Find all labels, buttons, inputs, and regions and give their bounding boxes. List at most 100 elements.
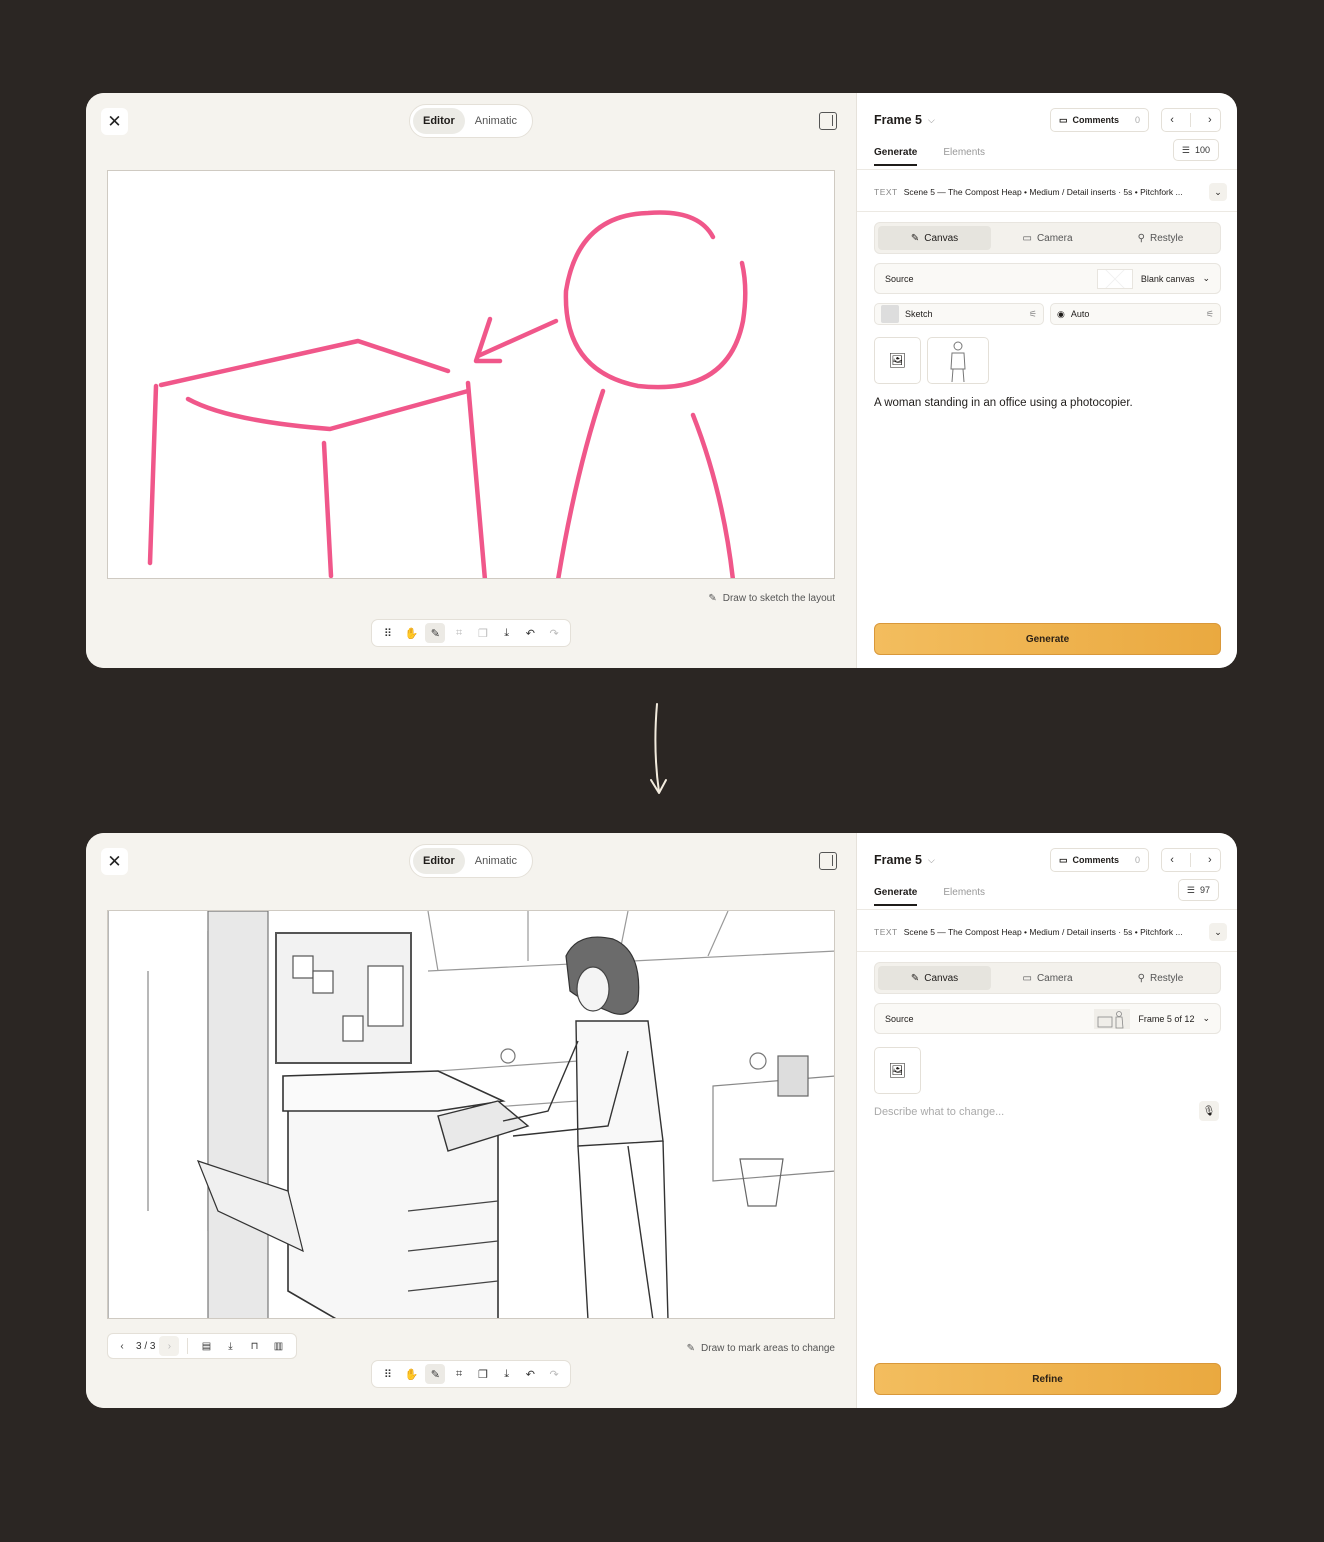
prev-image-button[interactable]: ‹ <box>112 1336 132 1356</box>
frame-thumbnail-sketch <box>1098 1010 1124 1028</box>
segment-camera[interactable]: ▭ Camera <box>991 966 1104 990</box>
tab-generate[interactable]: Generate <box>874 887 918 906</box>
segment-camera[interactable]: ▭ Camera <box>991 226 1104 250</box>
sliders-icon[interactable]: ⚟ <box>1029 309 1037 320</box>
note <box>292 955 314 979</box>
add-image-button[interactable]: 🖼 <box>874 1047 921 1094</box>
redo-icon[interactable]: ↷ <box>544 623 564 643</box>
tab-generate[interactable]: Generate <box>874 147 918 166</box>
source-label: Source <box>885 1013 914 1024</box>
hand-icon[interactable]: ✋ <box>402 623 422 643</box>
divider <box>857 169 1237 170</box>
segment-canvas[interactable]: ✎ Canvas <box>878 966 991 990</box>
generate-button[interactable]: Generate <box>874 623 1221 655</box>
generated-image[interactable] <box>107 910 835 1319</box>
scene-text: Scene 5 — The Compost Heap • Medium / De… <box>903 927 1183 937</box>
close-button[interactable]: ✕ <box>101 848 128 875</box>
add-image-icon: 🖼 <box>888 1062 907 1078</box>
unlock-icon[interactable]: ⊓ <box>244 1336 264 1356</box>
drag-handle-icon[interactable]: ⠿ <box>378 623 398 643</box>
panel-tabs: Generate Elements <box>874 887 985 906</box>
crop-icon[interactable]: ⌗ <box>449 1364 469 1384</box>
tab-elements[interactable]: Elements <box>943 887 985 906</box>
mode-toggle: Editor Animatic <box>409 104 533 138</box>
frame-nav: ‹ › <box>1161 848 1221 872</box>
frame-title[interactable]: Frame 5 ⌵ <box>874 853 935 867</box>
pencil-icon[interactable]: ✎ <box>425 623 446 643</box>
drag-handle-icon[interactable]: ⠿ <box>378 1364 398 1384</box>
frame-title[interactable]: Frame 5 ⌵ <box>874 113 935 127</box>
segment-canvas[interactable]: ✎ Canvas <box>878 226 991 250</box>
comments-icon: ▭ <box>1059 114 1068 125</box>
editor-canvas-area: ✕ Editor Animatic <box>86 833 856 1408</box>
editor-canvas-area: ✕ Editor Animatic <box>86 93 856 668</box>
pencil-icon: ✎ <box>708 593 717 604</box>
next-frame-button[interactable]: › <box>1208 854 1212 866</box>
video-camera-icon: ▭ <box>1022 972 1032 984</box>
layers-icon[interactable]: ❐ <box>473 623 493 643</box>
pager-count: 3 / 3 <box>136 1340 156 1352</box>
trash-icon[interactable]: ▥ <box>268 1336 288 1356</box>
redo-icon[interactable]: ↷ <box>544 1364 564 1384</box>
source-select[interactable]: Source Frame 5 of 12 ⌄ <box>874 1003 1221 1034</box>
prev-frame-button[interactable]: ‹ <box>1170 854 1174 866</box>
tab-editor[interactable]: Editor <box>413 108 465 134</box>
prev-frame-button[interactable]: ‹ <box>1170 114 1174 126</box>
comments-button[interactable]: ▭ Comments 0 <box>1050 848 1149 872</box>
video-camera-icon: ▭ <box>1022 232 1032 244</box>
style-select[interactable]: Sketch ⚟ <box>874 303 1044 325</box>
tab-elements[interactable]: Elements <box>943 147 985 166</box>
chevron-down-icon[interactable]: ⌄ <box>1209 183 1227 201</box>
panel-toggle-icon[interactable] <box>819 112 837 130</box>
segment-restyle[interactable]: ⚲ Restyle <box>1104 226 1217 250</box>
pencil-icon[interactable]: ✎ <box>425 1364 446 1384</box>
archive-icon[interactable]: ▤ <box>196 1336 216 1356</box>
comments-button[interactable]: ▭ Comments 0 <box>1050 108 1149 132</box>
database-icon: ☰ <box>1186 884 1195 895</box>
canvas-hint: ✎ Draw to sketch the layout <box>708 593 835 604</box>
segment-label: Camera <box>1036 972 1073 984</box>
segment-restyle[interactable]: ⚲ Restyle <box>1104 966 1217 990</box>
add-image-button[interactable]: 🖼 <box>874 337 921 384</box>
add-image-icon: 🖼 <box>888 352 907 368</box>
camera-select[interactable]: ◉ Auto ⚟ <box>1050 303 1221 325</box>
undo-icon[interactable]: ↶ <box>520 623 540 643</box>
mode-segments: ✎ Canvas ▭ Camera ⚲ Restyle <box>874 962 1221 994</box>
download-icon[interactable]: ⤓ <box>497 1364 517 1384</box>
sliders-icon[interactable]: ⚟ <box>1206 309 1214 320</box>
down-arrow-icon <box>650 703 667 794</box>
tab-animatic[interactable]: Animatic <box>465 108 527 134</box>
reference-image[interactable] <box>927 337 989 384</box>
sketch-canvas[interactable] <box>107 170 835 579</box>
source-select[interactable]: Source Blank canvas ⌄ <box>874 263 1221 294</box>
change-input[interactable]: Describe what to change... <box>874 1106 1004 1118</box>
scene-text-row: TEXT Scene 5 — The Compost Heap • Medium… <box>874 923 1227 941</box>
divider <box>187 1338 189 1354</box>
undo-icon[interactable]: ↶ <box>520 1364 540 1384</box>
download-icon[interactable]: ⤓ <box>220 1336 240 1356</box>
close-icon: ✕ <box>107 851 122 871</box>
next-image-button[interactable]: › <box>159 1336 180 1356</box>
microphone-icon[interactable]: 🎙 <box>1199 1101 1219 1121</box>
next-frame-button[interactable]: › <box>1208 114 1212 126</box>
comments-label: Comments <box>1072 855 1120 865</box>
office-sketch-illustration <box>108 911 834 1318</box>
chevron-down-icon: ⌄ <box>1202 273 1210 283</box>
refine-button[interactable]: Refine <box>874 1363 1221 1395</box>
canvas-hint: ✎ Draw to mark areas to change <box>687 1343 835 1354</box>
close-button[interactable]: ✕ <box>101 108 128 135</box>
panel-toggle-icon[interactable] <box>819 852 837 870</box>
download-icon[interactable]: ⤓ <box>497 623 517 643</box>
hand-icon[interactable]: ✋ <box>402 1364 422 1384</box>
trash-can <box>739 1158 784 1207</box>
layers-icon[interactable]: ❐ <box>473 1364 493 1384</box>
prompt-text[interactable]: A woman standing in an office using a ph… <box>874 397 1133 409</box>
tab-animatic[interactable]: Animatic <box>465 848 527 874</box>
tab-editor[interactable]: Editor <box>413 848 465 874</box>
panel-tabs: Generate Elements <box>874 147 985 166</box>
comments-count: 0 <box>1134 855 1140 865</box>
credits-value: 97 <box>1199 885 1210 895</box>
calendar <box>367 965 404 1027</box>
chevron-down-icon[interactable]: ⌄ <box>1209 923 1227 941</box>
crop-icon[interactable]: ⌗ <box>449 623 469 643</box>
